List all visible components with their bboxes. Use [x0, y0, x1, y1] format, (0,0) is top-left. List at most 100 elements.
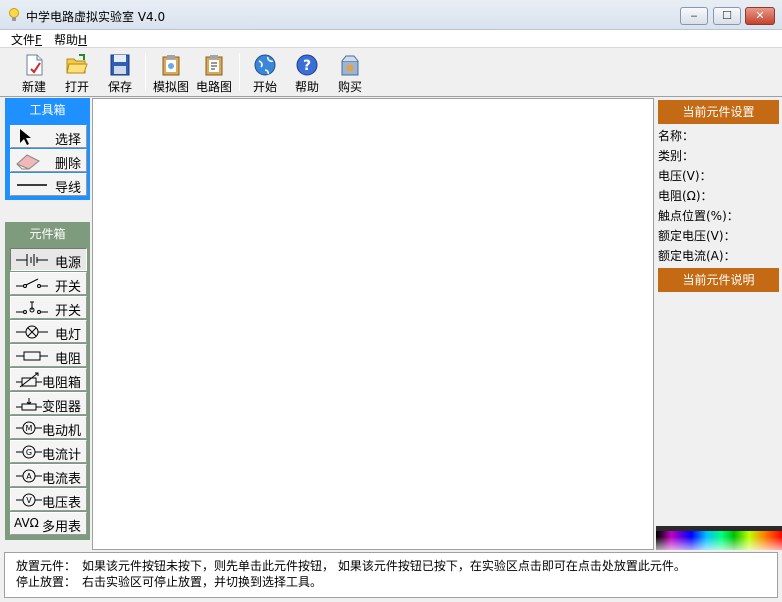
component-multimeter-button[interactable]: AVΩ 多用表 — [10, 512, 87, 535]
rheostat-symbol-icon — [16, 398, 42, 411]
component-galvanometer-button[interactable]: G 电流计 — [10, 440, 87, 463]
box-icon — [341, 55, 359, 76]
toolbar: 新建 打开 保存 模拟图 电路图 开始 ? 帮助 购买 — [0, 49, 782, 97]
start-button[interactable]: 开始 — [243, 51, 287, 95]
delete-tool-label: 删除 — [54, 157, 81, 172]
sim-view-button[interactable]: 模拟图 — [149, 51, 193, 95]
menu-help-key: H — [78, 33, 88, 47]
delete-tool-button[interactable]: 删除 — [10, 149, 87, 172]
buy-label: 购买 — [337, 80, 362, 94]
open-button[interactable]: 打开 — [55, 51, 99, 95]
status-place-text: 如果该元件按钮未按下，则先单击此元件按钮， 如果该元件按钮已按下，在实验区点击即… — [82, 559, 686, 573]
ammeter-symbol-icon: A — [16, 469, 42, 483]
status-stop-text: 右击实验区可停止放置，并切换到选择工具。 — [82, 575, 323, 589]
component-switch-button[interactable]: 开关 — [10, 272, 87, 295]
circuit-view-label: 电路图 — [195, 80, 232, 94]
wire-icon — [17, 184, 47, 186]
svg-text:M: M — [26, 424, 33, 433]
globe-icon — [254, 54, 276, 76]
component-voltmeter-button[interactable]: V 电压表 — [10, 488, 87, 511]
toolbar-separator — [239, 53, 240, 91]
title-bar: 中学电路虚拟实验室 V4.0 ‒ ☐ ✕ — [0, 0, 782, 30]
component-galvanometer-label: 电流计 — [41, 448, 81, 463]
new-label: 新建 — [21, 80, 46, 94]
toolbar-separator — [145, 53, 146, 91]
component-resistor-label: 电阻 — [54, 352, 81, 367]
push-switch-symbol-icon — [16, 301, 48, 314]
wire-tool-button[interactable]: 导线 — [10, 173, 87, 196]
status-place-key: 放置元件： — [16, 559, 77, 573]
component-resistor-box-label: 电阻箱 — [41, 376, 81, 391]
prop-voltage: 电压(V)： — [658, 169, 712, 183]
menu-help[interactable]: 帮助H — [52, 31, 89, 48]
experiment-area[interactable] — [92, 98, 654, 550]
toolbox: 选择 删除 导线 — [5, 122, 90, 200]
prop-resistance: 电阻(Ω)： — [658, 189, 713, 203]
select-tool-label: 选择 — [54, 133, 81, 148]
component-motor-label: 电动机 — [41, 424, 81, 439]
sim-view-label: 模拟图 — [152, 80, 189, 94]
component-voltmeter-label: 电压表 — [41, 496, 81, 511]
multimeter-symbol-icon: AVΩ — [14, 516, 39, 530]
svg-text:?: ? — [303, 58, 311, 74]
help-label: 帮助 — [294, 80, 319, 94]
property-list: 名称： 类别： 电压(V)： 电阻(Ω)： 触点位置(%)： 额定电压(V)： … — [658, 128, 779, 268]
prop-name: 名称： — [658, 129, 695, 143]
component-resistor-box-button[interactable]: 电阻箱 — [10, 368, 87, 391]
resistor-box-symbol-icon — [16, 372, 42, 388]
close-button[interactable]: ✕ — [745, 7, 775, 25]
component-rheostat-label: 变阻器 — [41, 400, 81, 415]
component-push-switch-button[interactable]: 开关 — [10, 296, 87, 319]
open-label: 打开 — [64, 80, 89, 94]
menu-file-key: F — [35, 33, 42, 47]
components-title: 元件箱 — [5, 222, 90, 246]
description-title: 当前元件说明 — [658, 268, 779, 292]
minimize-button[interactable]: ‒ — [680, 7, 708, 25]
resistor-symbol-icon — [16, 351, 48, 361]
component-push-switch-label: 开关 — [54, 304, 81, 319]
component-box: 电源 开关 开关 电灯 电阻 电阻箱 变阻器 M 电动机 G 电流计 A 电流表… — [5, 246, 90, 540]
left-panel: 工具箱 选择 删除 导线 元件箱 电源 开关 开关 电灯 电阻 电阻箱 变阻器 … — [4, 98, 90, 546]
component-rheostat-button[interactable]: 变阻器 — [10, 392, 87, 415]
voltmeter-symbol-icon: V — [16, 493, 42, 507]
component-resistor-button[interactable]: 电阻 — [10, 344, 87, 367]
circuit-view-button[interactable]: 电路图 — [192, 51, 236, 95]
save-button[interactable]: 保存 — [98, 51, 142, 95]
component-ammeter-button[interactable]: A 电流表 — [10, 464, 87, 487]
help-icon: ? — [296, 54, 318, 76]
start-label: 开始 — [252, 80, 277, 94]
menu-file-label: 文件 — [11, 33, 36, 47]
component-battery-label: 电源 — [54, 256, 81, 271]
menu-file[interactable]: 文件F — [9, 31, 44, 48]
eraser-icon — [16, 154, 40, 170]
clipboard-icon — [162, 55, 180, 76]
component-motor-button[interactable]: M 电动机 — [10, 416, 87, 439]
status-bar: 放置元件： 如果该元件按钮未按下，则先单击此元件按钮， 如果该元件按钮已按下，在实… — [4, 552, 778, 598]
prop-contact-position: 触点位置(%)： — [658, 209, 739, 223]
buy-button[interactable]: 购买 — [328, 51, 372, 95]
clipboard-icon — [205, 55, 223, 76]
component-multimeter-label: 多用表 — [41, 520, 81, 535]
component-battery-button[interactable]: 电源 — [10, 248, 87, 271]
window-title: 中学电路虚拟实验室 V4.0 — [26, 10, 166, 24]
maximize-button[interactable]: ☐ — [713, 7, 741, 25]
prop-rated-current: 额定电流(A)： — [658, 249, 736, 263]
right-panel: 当前元件设置 名称： 类别： 电压(V)： 电阻(Ω)： 触点位置(%)： 额定… — [656, 98, 782, 550]
menu-bar: 文件F 帮助H — [0, 30, 782, 48]
help-button[interactable]: ? 帮助 — [285, 51, 329, 95]
battery-symbol-icon — [16, 254, 48, 266]
prop-category: 类别： — [658, 149, 695, 163]
svg-text:A: A — [26, 472, 32, 481]
component-lamp-label: 电灯 — [54, 328, 81, 343]
toolbox-title: 工具箱 — [5, 98, 90, 122]
select-tool-button[interactable]: 选择 — [10, 125, 87, 148]
galvanometer-symbol-icon: G — [16, 445, 42, 459]
component-ammeter-label: 电流表 — [41, 472, 81, 487]
menu-help-label: 帮助 — [54, 33, 79, 47]
component-lamp-button[interactable]: 电灯 — [10, 320, 87, 343]
lamp-symbol-icon — [16, 325, 48, 339]
component-switch-label: 开关 — [54, 280, 81, 295]
color-palette-border — [656, 526, 782, 531]
floppy-icon — [110, 54, 130, 76]
new-button[interactable]: 新建 — [12, 51, 56, 95]
